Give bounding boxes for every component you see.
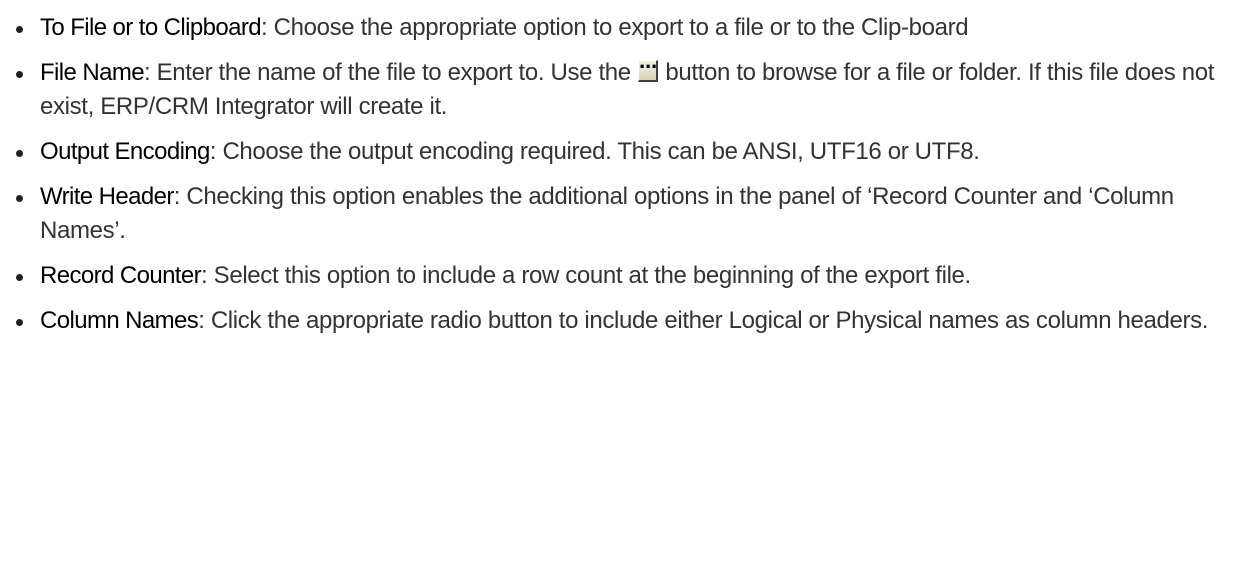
item-separator: : <box>209 138 223 165</box>
list-item-write-header: Write Header: Checking this option enabl… <box>0 180 1230 248</box>
bullet-icon <box>16 150 23 157</box>
bullet-icon <box>16 274 23 281</box>
item-term: File Name <box>40 59 145 86</box>
ellipsis-browse-icon: … <box>638 52 659 82</box>
item-description: Checking this option enables the additio… <box>40 183 1174 244</box>
item-separator: : <box>201 262 214 289</box>
bullet-icon <box>16 26 23 33</box>
item-separator: : <box>143 59 157 86</box>
item-term: Column Names <box>40 307 199 334</box>
item-separator: : <box>260 14 274 41</box>
list-item-column-names: Column Names: Click the appropriate radi… <box>0 304 1230 338</box>
list-item-record-counter: Record Counter: Select this option to in… <box>0 259 1230 293</box>
list-item-to-file-or-clipboard: To File or to Clipboard: Choose the appr… <box>0 11 1230 45</box>
item-description: Select this option to include a row coun… <box>213 262 972 289</box>
bullet-icon <box>16 195 23 202</box>
item-term: Output Encoding <box>40 138 210 165</box>
item-term: To File or to Clipboard <box>40 14 262 41</box>
item-description: Choose the appropriate option to export … <box>273 14 969 41</box>
item-separator: : <box>173 183 187 210</box>
bullet-icon <box>16 319 23 326</box>
document-body: To File or to Clipboard: Choose the appr… <box>0 0 1234 565</box>
list-item-output-encoding: Output Encoding: Choose the output encod… <box>0 135 1230 169</box>
option-list: To File or to Clipboard: Choose the appr… <box>0 11 1234 338</box>
ellipsis-glyph: … <box>639 52 658 73</box>
item-term: Write Header <box>40 183 174 210</box>
item-description-before: Enter the name of the file to export to.… <box>156 59 638 86</box>
item-term: Record Counter <box>40 262 202 289</box>
list-item-file-name: File Name: Enter the name of the file to… <box>0 52 1230 124</box>
item-separator: : <box>198 307 211 334</box>
bullet-icon <box>16 71 23 78</box>
item-description: Click the appropriate radio button to in… <box>210 307 1209 334</box>
item-description: Choose the output encoding required. Thi… <box>222 138 980 165</box>
